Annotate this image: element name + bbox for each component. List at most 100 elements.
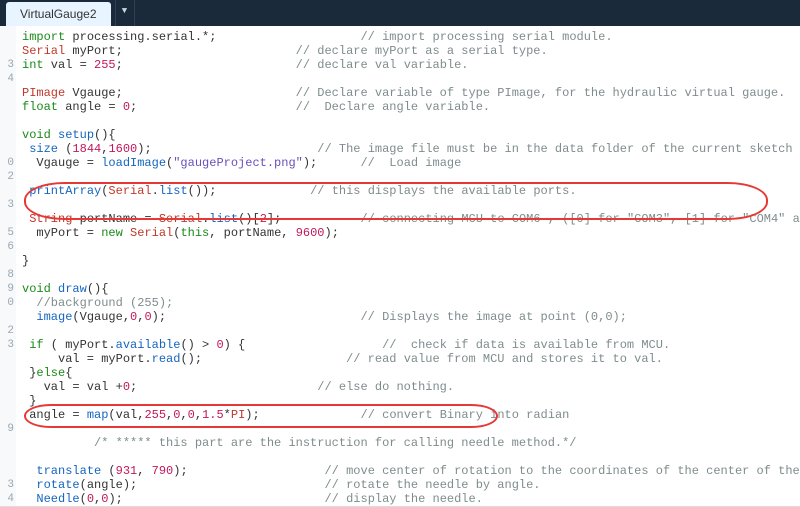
type-serial: Serial [130,226,173,240]
num: 0 [216,338,223,352]
num: 931 [116,464,138,478]
num: 2 [260,212,267,226]
txt: ); [245,408,259,422]
num: 0 [123,380,130,394]
comment: // this displays the available ports. [310,184,576,198]
num: 0 [87,492,94,506]
txt: portName = [72,212,158,226]
txt: ]; [267,212,281,226]
code-area[interactable]: import processing.serial.*; // import pr… [16,26,800,506]
kw-this: this [180,226,209,240]
string: "gaugeProject.png" [173,156,303,170]
fn-printarray: printArray [29,184,101,198]
num: 790 [152,464,174,478]
comment: // else do nothing. [317,380,454,394]
num: 0 [144,310,151,324]
kw-import: import [22,30,65,44]
fn-draw: draw [58,282,87,296]
kw-new: new [101,226,123,240]
txt: ); [173,464,187,478]
fn-read: read [152,352,181,366]
num: 9600 [296,226,325,240]
txt: ; [116,58,123,72]
txt: } [22,254,29,268]
fn-setup: setup [58,128,94,142]
kw-float: float [22,100,58,114]
comment: // Declare variable of type PImage, for … [296,86,786,100]
txt: Vgauge; [65,86,123,100]
num: 1.5 [202,408,224,422]
txt: ()[ [238,212,260,226]
txt: (); [180,352,202,366]
editor-window: VirtualGauge2 ▼ 3 4 0 2 3 5 6 8 9 0 2 3 … [0,0,800,507]
kw-void: void [22,128,51,142]
fn-list: list [159,184,188,198]
txt: ) { [224,338,246,352]
txt: ( myPort. [44,338,116,352]
txt: (){ [87,282,109,296]
txt: Vgauge = [22,156,101,170]
txt: . [152,184,159,198]
tab-dropdown[interactable]: ▼ [115,0,135,26]
txt: ; [130,100,137,114]
kw-int: int [22,58,44,72]
txt: angle = [22,408,87,422]
line-number-gutter: 3 4 0 2 3 5 6 8 9 0 2 3 9 3 4 5 6 17 [0,26,16,506]
fn-list: list [209,212,238,226]
editor-area: 3 4 0 2 3 5 6 8 9 0 2 3 9 3 4 5 6 17 imp… [0,26,800,506]
txt: ( [80,492,87,506]
txt: ); [137,142,151,156]
type-serial: Serial [22,44,65,58]
kw-void: void [22,282,51,296]
tab-bar: VirtualGauge2 ▼ [0,0,800,26]
fn-needle: Needle [36,492,79,506]
txt: ; [209,30,216,44]
comment: // declare val variable. [296,58,469,72]
txt: (val, [108,408,144,422]
txt: myPort = [22,226,101,240]
comment: // import processing serial module. [360,30,612,44]
num: 0 [188,408,195,422]
txt: myPort; [65,44,123,58]
txt: ); [108,492,122,506]
txt: ; [130,380,137,394]
comment: // Load image [360,156,461,170]
num: 0 [123,100,130,114]
fn-map: map [87,408,109,422]
comment: // display the needle. [324,492,482,506]
txt: , portName, [209,226,295,240]
txt: val = [44,58,94,72]
comment: // connecting MCU to COM6 , ([0] for "CO… [361,212,800,226]
comment: // Declare angle variable. [296,100,490,114]
type-serial: Serial [108,184,151,198]
txt: ); [325,226,339,240]
kw-else: else [36,366,65,380]
txt: ()); [188,184,217,198]
txt: , [137,464,151,478]
type-pimage: PImage [22,86,65,100]
txt: * [224,408,231,422]
kw-if: if [29,338,43,352]
comment: // check if data is available from MCU. [382,338,670,352]
comment: // convert Binary into radian [361,408,570,422]
num: 1600 [108,142,137,156]
txt: angle = [58,100,123,114]
txt [51,282,58,296]
txt: (angle); [80,478,138,492]
txt [51,128,58,142]
tab-virtualgauge2[interactable]: VirtualGauge2 [6,2,111,26]
txt: ); [152,310,166,324]
txt: ( [101,464,115,478]
txt: , [195,408,202,422]
type-serial: Serial [159,212,202,226]
txt: , [180,408,187,422]
num: 255 [94,58,116,72]
txt: } [29,394,36,408]
txt: { [65,366,72,380]
fn-size: size [29,142,58,156]
num: 255 [144,408,166,422]
fn-available: available [116,338,181,352]
comment: // read value from MCU and stores it to … [346,352,663,366]
txt: (Vgauge, [72,310,130,324]
txt: () > [180,338,216,352]
